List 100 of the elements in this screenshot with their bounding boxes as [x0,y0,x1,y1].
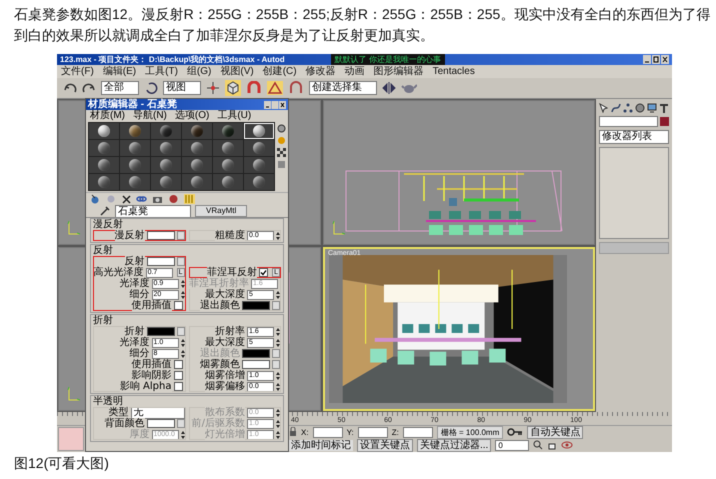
window-controls-icon[interactable] [264,100,286,108]
group-title: 漫反射 [93,219,124,230]
menu-item[interactable]: 工具(T) [145,66,178,78]
grid-size-readout: 栅格 = 100.0mm [436,426,504,438]
z-coordinate-field[interactable] [402,426,433,438]
key-icon[interactable] [507,428,524,436]
checkbox[interactable] [174,301,182,310]
parameter-label: 高光光泽度 [94,267,144,278]
map-button[interactable] [176,257,184,266]
material-editor-title: 材质编辑器 - 石桌凳 [88,99,177,110]
material-name-field[interactable]: 石桌凳 [115,204,191,218]
redo-icon[interactable] [82,82,96,94]
cursor-icon[interactable] [599,103,609,113]
get-material-icon[interactable] [90,194,101,204]
parameter-label: 烟雾颜色 [200,359,240,370]
checker-icon[interactable] [277,148,286,157]
parameter-label: 折射 [124,326,144,337]
menu-item[interactable]: 动画 [344,66,365,78]
eyedropper-icon[interactable] [100,206,111,216]
cube-icon[interactable] [225,80,241,96]
spinner-arrows-icon[interactable] [276,372,280,380]
curve-icon[interactable] [611,103,621,113]
article-paragraph: 石桌凳参数如图12。漫反射R：255G：255B：255;反射R：255G：255B：255。现实中没有全白的东西但为了得到白的效果所以就调成全白了加菲涅尔反身是为了让反射更加真实。 [13,5,712,45]
map-button[interactable] [176,231,184,240]
parameter-label: 灯光倍增 [205,429,245,440]
spinner-arrows-icon[interactable] [276,338,280,346]
modifier-list-dropdown[interactable]: 修改器列表 [599,130,669,144]
undo-icon[interactable] [63,82,77,94]
magnet-icon[interactable] [246,81,262,95]
angle-snap-icon[interactable] [267,81,283,95]
object-name-field[interactable] [599,116,658,127]
spinner-arrows-icon[interactable] [276,382,280,390]
spinner-arrows-icon[interactable] [276,420,280,428]
menu-item[interactable]: 工具(U) [217,110,252,121]
zoom-icon[interactable] [533,440,544,450]
menu-item[interactable]: 材质(M) [90,110,125,121]
spinner-arrows-icon[interactable] [180,280,184,288]
color-swatch[interactable] [242,360,270,369]
parameter-label: 使用插值 [132,300,172,311]
chain-icon[interactable] [136,194,147,204]
color-swatch[interactable] [146,419,174,428]
set-key-button[interactable]: 设置关键点 [357,438,413,452]
x-coordinate-field[interactable] [312,426,343,438]
spinner-arrows-icon[interactable] [276,408,280,416]
spinner-arrows-icon[interactable] [276,328,280,336]
spinner-arrows-icon[interactable] [180,338,184,346]
window-controls-icon[interactable] [643,55,669,64]
color-swatch[interactable] [242,301,270,310]
columns-icon[interactable] [184,194,195,204]
spinner-arrows-icon[interactable] [276,290,280,298]
delete-icon[interactable] [122,194,131,204]
reference-coordinate-dropdown[interactable]: 视图 [163,81,201,95]
sphere-icon[interactable] [277,124,286,133]
spinner-arrows-icon[interactable] [180,430,184,438]
menu-item[interactable]: Tentacles [432,66,475,78]
menu-item[interactable]: 编辑(E) [102,66,136,78]
eye-icon[interactable] [561,440,574,450]
key-filters-button[interactable]: 关键点过滤器... [417,438,492,452]
menu-item[interactable]: 组(G) [186,66,212,78]
camera-icon[interactable] [152,194,163,204]
color-swatch[interactable] [146,257,174,266]
current-frame-field[interactable]: 0 [495,440,530,450]
parameter-label: 类型 [108,407,128,418]
circle-icon[interactable] [635,103,645,113]
named-selection-dropdown[interactable]: 创建选择集 [309,81,377,95]
menu-item[interactable]: 创建(C) [262,66,297,78]
spinner-arrows-icon[interactable] [276,430,280,438]
spinner-arrows-icon[interactable] [180,350,184,358]
checkbox[interactable] [174,371,182,380]
y-coordinate-field[interactable] [358,426,388,438]
menu-item[interactable]: 选项(O) [174,110,210,121]
color-swatch[interactable] [146,327,174,336]
lock-icon[interactable] [289,427,297,437]
parameter-label: 影响 Alpha [120,381,172,392]
pivot-icon[interactable] [206,81,220,95]
sample-slot[interactable] [89,123,119,139]
checkbox[interactable] [174,360,182,369]
object-color-swatch[interactable] [660,117,669,126]
material-type-button[interactable]: VRayMtl [195,205,248,217]
menu-item[interactable]: 文件(F) [61,66,94,78]
spinner-arrows-icon[interactable] [180,290,184,298]
auto-key-button[interactable]: 自动关键点 [527,426,584,438]
menu-item[interactable]: 图形编辑器 [374,66,424,78]
menu-item[interactable]: 修改器 [306,66,336,78]
square-icon[interactable] [277,160,286,169]
selection-filter-dropdown[interactable]: 全部 [101,81,139,95]
menu-item[interactable]: 导航(N) [133,110,167,121]
spinner-arrows-icon[interactable] [276,232,280,240]
hierarchy-icon[interactable] [623,103,633,113]
monitor-icon[interactable] [647,103,657,113]
menu-item[interactable]: 视图(V) [220,66,254,78]
group-title: 半透明 [93,396,123,407]
parameter-label: 菲涅耳折射率 [189,278,249,289]
checkbox[interactable] [174,382,182,391]
color-swatch[interactable] [146,231,174,240]
parameter-label: 光泽度 [120,337,150,348]
mirror-icon[interactable] [382,81,396,95]
checkbox[interactable] [259,268,268,277]
rotate-icon[interactable] [144,81,158,95]
add-time-tag-button[interactable]: 添加时间标记 [289,440,353,450]
